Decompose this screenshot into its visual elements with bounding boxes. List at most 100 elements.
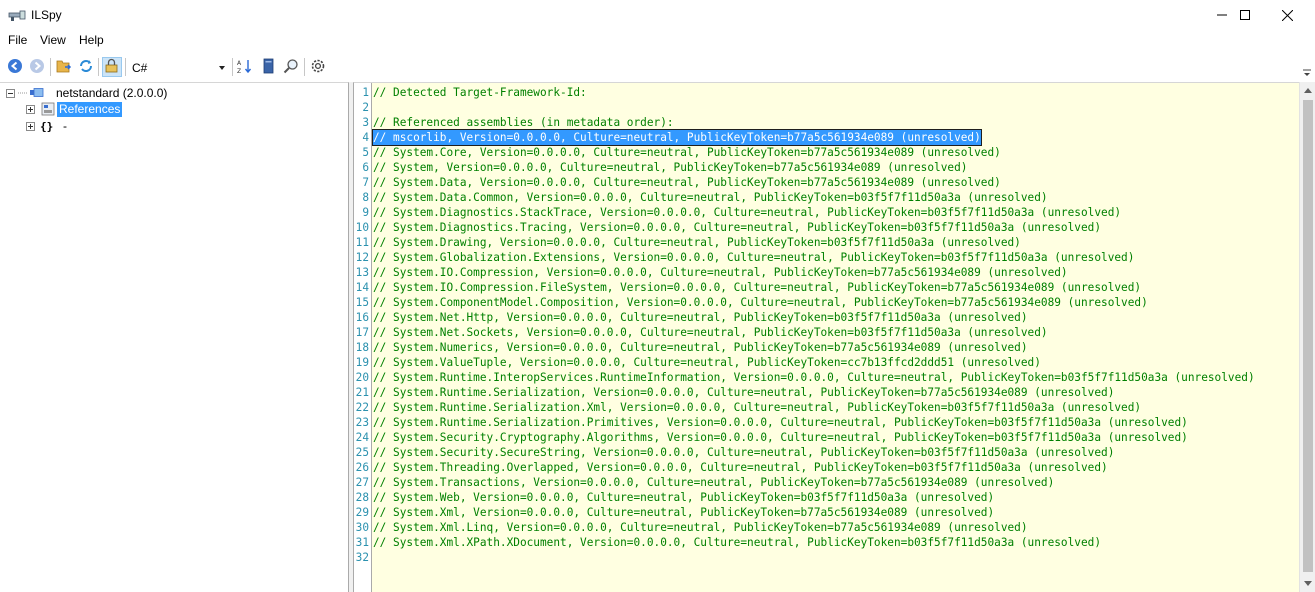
code-line[interactable]: 24 // System.Security.Cryptography.Algori… [354, 430, 1299, 445]
code-line[interactable]: 9 // System.Diagnostics.StackTrace, Versi… [354, 205, 1299, 220]
scroll-up-icon[interactable] [1304, 88, 1312, 93]
tree-node-references[interactable]: References [26, 101, 123, 117]
line-number: 2 [362, 101, 369, 114]
open-button[interactable] [54, 57, 74, 77]
search-icon [283, 58, 299, 77]
tree-node-label: netstandard (2.0.0.0) [56, 85, 168, 100]
line-number: 26 [355, 461, 369, 474]
menu-view[interactable]: View [40, 33, 66, 47]
expand-toggle[interactable] [26, 121, 35, 131]
toolbar-separator [304, 58, 305, 76]
assembly-tree[interactable]: netstandard (2.0.0.0) References {} - [0, 82, 349, 592]
code-line[interactable]: 2 [354, 100, 1299, 115]
line-number: 5 [362, 146, 369, 159]
menu-bar: File View Help [0, 30, 1315, 51]
code-line[interactable]: 27 // System.Transactions, Version=0.0.0.… [354, 475, 1299, 490]
back-button[interactable] [5, 57, 25, 77]
code-text-area[interactable]: 1 // Detected Target-Framework-Id: 2 3// R… [354, 85, 1299, 565]
code-line[interactable]: 8 // System.Data.Common, Version=0.0.0.0,… [354, 190, 1299, 205]
line-number: 8 [362, 191, 369, 204]
line-number: 27 [355, 476, 369, 489]
code-line[interactable]: 3 // Referenced assemblies (in metadata o… [354, 115, 1299, 130]
close-button[interactable] [1264, 0, 1310, 30]
line-text: // System.Runtime.Serialization.Primitiv… [373, 416, 1188, 429]
language-select[interactable]: C# [127, 58, 230, 77]
code-line[interactable]: 15 // System.ComponentModel.Composition, … [354, 295, 1299, 310]
toolbar-overflow-button[interactable] [1303, 68, 1311, 78]
reload-icon [78, 58, 94, 77]
code-line[interactable]: 28 // System.Web, Version=0.0.0.0, Cultur… [354, 490, 1299, 505]
line-number: 30 [355, 521, 369, 534]
code-line[interactable]: 16 // System.Net.Http, Version=0.0.0.0, C… [354, 310, 1299, 325]
code-line[interactable]: 22 // System.Runtime.Serialization.Xml, V… [354, 400, 1299, 415]
code-line[interactable]: 32 [354, 550, 1299, 565]
line-number: 31 [355, 536, 369, 549]
reload-button[interactable] [76, 57, 96, 77]
show-internal-button[interactable] [102, 57, 122, 77]
close-icon [1281, 9, 1293, 21]
code-line[interactable]: 23 // System.Runtime.Serialization.Primit… [354, 415, 1299, 430]
code-line[interactable]: 19 // System.ValueTuple, Version=0.0.0.0,… [354, 355, 1299, 370]
back-icon [7, 58, 23, 77]
expand-toggle[interactable] [26, 104, 35, 114]
code-line[interactable]: 10 // System.Diagnostics.Tracing, Version… [354, 220, 1299, 235]
toolbar-separator [125, 58, 126, 76]
code-line[interactable]: 25 // System.Security.SecureString, Versi… [354, 445, 1299, 460]
line-number: 13 [355, 266, 369, 279]
manage-assemblies-button[interactable] [258, 57, 278, 77]
line-text: // System.ComponentModel.Composition, Ve… [373, 296, 1148, 309]
code-line[interactable]: 31 // System.Xml.XPath.XDocument, Version… [354, 535, 1299, 550]
line-text: // System.Drawing, Version=0.0.0.0, Cult… [373, 236, 1021, 249]
manage-assemblies-icon [260, 58, 276, 77]
vertical-scrollbar[interactable] [1299, 82, 1315, 592]
menu-help[interactable]: Help [79, 33, 104, 47]
code-line[interactable]: 29 // System.Xml, Version=0.0.0.0, Cultur… [354, 505, 1299, 520]
options-button[interactable] [308, 57, 328, 77]
code-line[interactable]: 12 // System.Globalization.Extensions, Ve… [354, 250, 1299, 265]
maximize-button[interactable] [1222, 0, 1268, 30]
scroll-thumb[interactable] [1303, 100, 1313, 572]
line-text: // System.Diagnostics.StackTrace, Versio… [373, 206, 1122, 219]
menu-file[interactable]: File [8, 33, 27, 47]
code-line[interactable]: 21 // System.Runtime.Serialization, Versi… [354, 385, 1299, 400]
line-number: 18 [355, 341, 369, 354]
line-number: 10 [355, 221, 369, 234]
tree-node-namespace[interactable]: {} - [26, 118, 69, 134]
line-text: // System.Runtime.Serialization.Xml, Ver… [373, 401, 1142, 414]
svg-text:Z: Z [237, 68, 241, 74]
line-number: 19 [355, 356, 369, 369]
code-line[interactable]: 14 // System.IO.Compression.FileSystem, V… [354, 280, 1299, 295]
title-bar[interactable]: ILSpy [0, 0, 1315, 30]
search-button[interactable] [281, 57, 301, 77]
code-line[interactable]: 13 // System.IO.Compression, Version=0.0.… [354, 265, 1299, 280]
forward-button[interactable] [27, 57, 47, 77]
line-text: // System.Transactions, Version=0.0.0.0,… [373, 476, 1055, 489]
collapse-toggle[interactable] [6, 88, 15, 98]
code-line[interactable]: 18 // System.Numerics, Version=0.0.0.0, C… [354, 340, 1299, 355]
scroll-down-icon[interactable] [1304, 581, 1312, 586]
open-icon [56, 58, 72, 77]
code-line[interactable]: 26 // System.Threading.Overlapped, Versio… [354, 460, 1299, 475]
code-line[interactable]: 7 // System.Data, Version=0.0.0.0, Cultur… [354, 175, 1299, 190]
code-line[interactable]: 1 // Detected Target-Framework-Id: [354, 85, 1299, 100]
ilspy-app-icon [8, 8, 26, 22]
code-line[interactable]: 30 // System.Xml.Linq, Version=0.0.0.0, C… [354, 520, 1299, 535]
code-line[interactable]: 6 // System, Version=0.0.0.0, Culture=neu… [354, 160, 1299, 175]
code-line[interactable]: 5 // System.Core, Version=0.0.0.0, Cultur… [354, 145, 1299, 160]
line-number: 32 [355, 551, 369, 564]
decompiled-code-view[interactable]: 1 // Detected Target-Framework-Id: 2 3// R… [353, 82, 1299, 592]
line-text: // Detected Target-Framework-Id: [373, 86, 594, 99]
line-number: 7 [362, 176, 369, 189]
code-line[interactable]: 11 // System.Drawing, Version=0.0.0.0, Cu… [354, 235, 1299, 250]
code-line[interactable]: 4// mscorlib, Version=0.0.0.0, Culture=n… [354, 129, 1299, 146]
line-number: 1 [362, 86, 369, 99]
line-text: // System.IO.Compression.FileSystem, Ver… [373, 281, 1142, 294]
language-value: C# [132, 61, 148, 75]
sort-button[interactable]: AZ [235, 57, 255, 77]
tree-node-assembly[interactable]: netstandard (2.0.0.0) [6, 85, 169, 101]
maximize-icon [1240, 10, 1250, 20]
line-number: 25 [355, 446, 369, 459]
code-line[interactable]: 20 // System.Runtime.InteropServices.Runt… [354, 370, 1299, 385]
code-line[interactable]: 17 // System.Net.Sockets, Version=0.0.0.0… [354, 325, 1299, 340]
svg-text:A: A [237, 60, 242, 67]
